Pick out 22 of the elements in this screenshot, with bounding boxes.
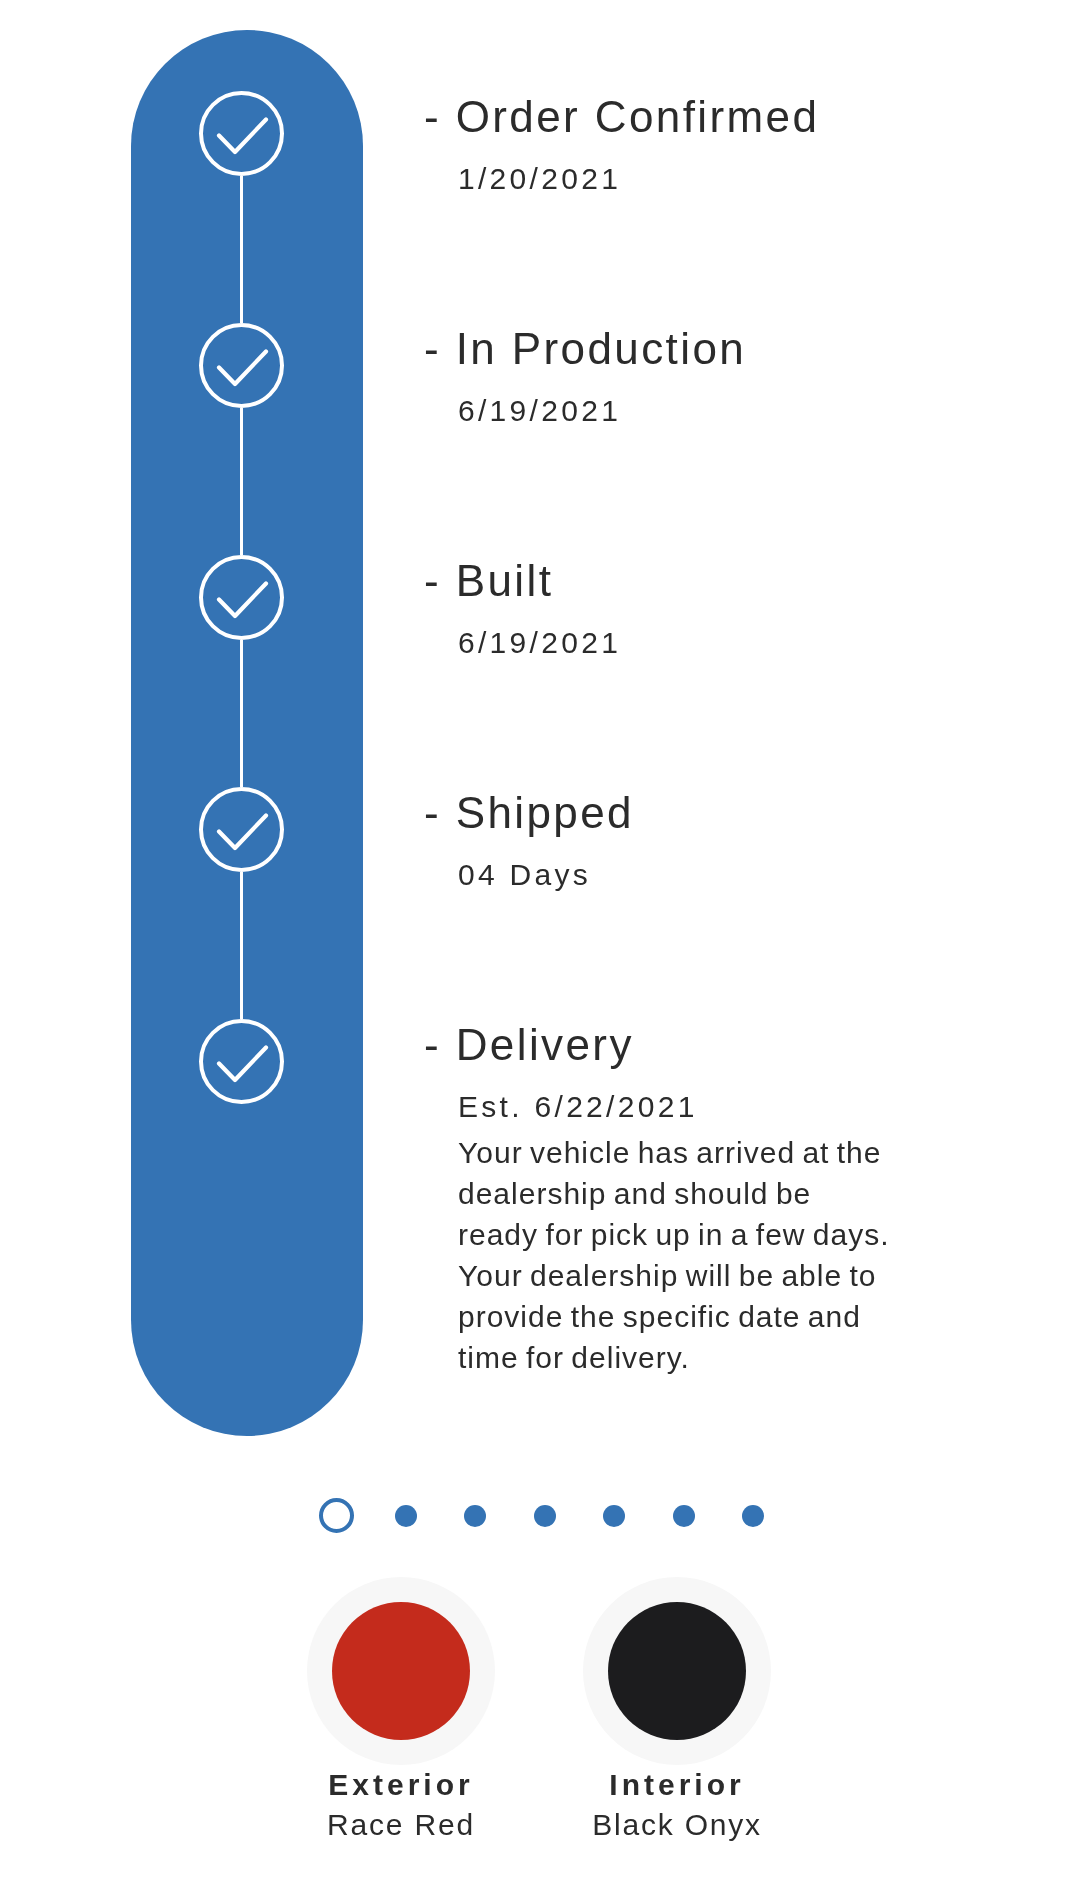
page-dot[interactable] (672, 1504, 695, 1527)
page-dot[interactable] (533, 1504, 556, 1527)
swatch-label: Interior (609, 1767, 745, 1803)
page-dot[interactable] (464, 1504, 486, 1527)
step-title: - In Production (424, 323, 747, 375)
step-date: 6/19/2021 (458, 625, 622, 661)
step-description: Your vehicle has arrived at the dealership and should be ready for pick up in a few days. Your dealership will be able to provide the specific date and time for delivery. (458, 1135, 891, 1376)
color-name: Race Red (327, 1807, 475, 1843)
step-title: - Delivery (424, 1019, 634, 1071)
step-date: 6/19/2021 (458, 393, 622, 429)
page-dot[interactable] (603, 1504, 625, 1527)
step-date: Est. 6/22/2021 (458, 1089, 698, 1125)
step-title: - Built (424, 555, 554, 607)
page-dot[interactable] (742, 1504, 764, 1527)
step-date: 04 Days (458, 857, 592, 893)
page-dot[interactable] (318, 1498, 354, 1533)
swatch-label: Exterior (328, 1767, 474, 1803)
step-title: - Shipped (424, 787, 634, 839)
color-name: Black Onyx (592, 1807, 762, 1843)
step-date: 1/20/2021 (458, 161, 622, 197)
page-dot[interactable] (394, 1504, 417, 1527)
step-title: - Order Confirmed (424, 91, 820, 143)
